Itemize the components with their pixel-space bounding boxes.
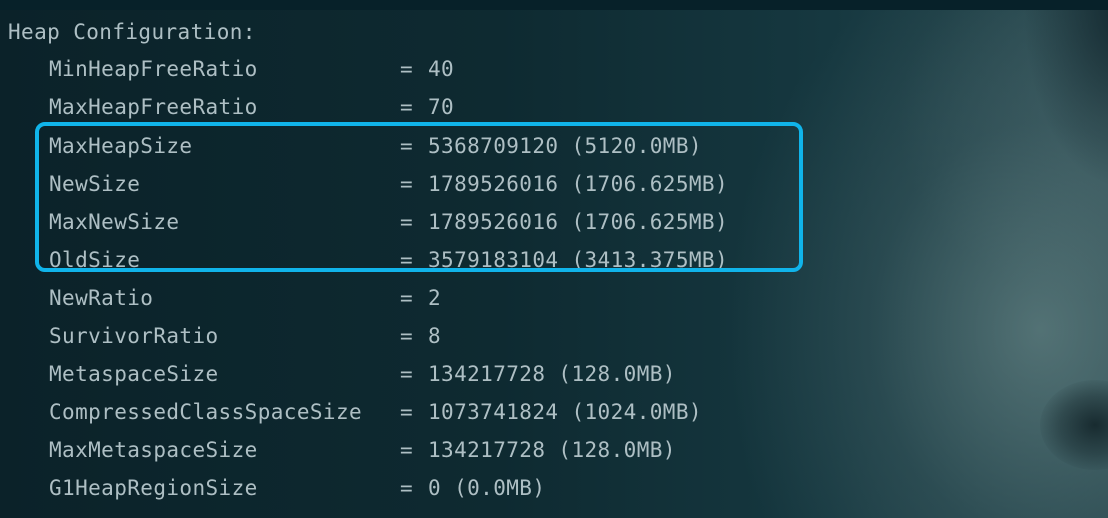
config-key: SurvivorRatio bbox=[49, 324, 219, 348]
config-value: 1073741824 (1024.0MB) bbox=[428, 400, 702, 424]
config-key: MetaspaceSize bbox=[49, 362, 219, 386]
config-value: 8 bbox=[428, 324, 442, 348]
highlight-box bbox=[35, 122, 803, 272]
config-value: 40 bbox=[428, 57, 455, 81]
config-key: MinHeapFreeRatio bbox=[49, 57, 258, 81]
config-key: NewRatio bbox=[49, 286, 154, 310]
equals-sign: = bbox=[400, 324, 413, 348]
equals-sign: = bbox=[400, 57, 413, 81]
terminal-window: Heap Configuration: MinHeapFreeRatio = 40 M… bbox=[0, 0, 1108, 518]
equals-sign: = bbox=[400, 362, 413, 386]
heap-config-header: Heap Configuration: bbox=[8, 20, 256, 44]
background-photo-eye bbox=[1040, 380, 1108, 470]
config-value: 70 bbox=[428, 95, 455, 119]
config-key: CompressedClassSpaceSize bbox=[49, 400, 363, 424]
equals-sign: = bbox=[400, 438, 413, 462]
equals-sign: = bbox=[400, 95, 413, 119]
config-key: MaxMetaspaceSize bbox=[49, 438, 258, 462]
equals-sign: = bbox=[400, 286, 413, 310]
config-key: MaxHeapFreeRatio bbox=[49, 95, 258, 119]
equals-sign: = bbox=[400, 400, 413, 424]
background-photo-hair bbox=[980, 10, 1108, 240]
equals-sign: = bbox=[400, 476, 413, 500]
config-value: 2 bbox=[428, 286, 442, 310]
config-value: 134217728 (128.0MB) bbox=[428, 362, 676, 386]
config-value: 0 (0.0MB) bbox=[428, 476, 546, 500]
config-value: 134217728 (128.0MB) bbox=[428, 438, 676, 462]
config-key: G1HeapRegionSize bbox=[49, 476, 258, 500]
terminal-top-bar bbox=[0, 0, 1108, 10]
